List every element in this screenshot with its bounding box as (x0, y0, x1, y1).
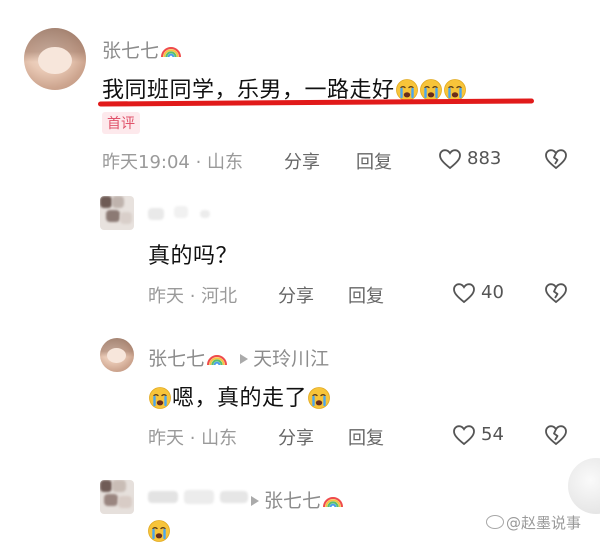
crying-face-emoji (443, 79, 466, 101)
avatar[interactable] (100, 480, 134, 514)
blurred-username[interactable] (148, 488, 252, 506)
crying-face-emoji (395, 79, 418, 101)
share-button[interactable]: 分享 (278, 424, 314, 450)
reply-text-content: 嗯，真的走了 (172, 386, 308, 411)
reply-to[interactable]: 张七七 (250, 486, 344, 513)
broken-heart-icon[interactable] (544, 148, 568, 170)
first-comment-badge: 首评 (102, 112, 140, 134)
reply-text: 嗯，真的走了 (148, 380, 331, 412)
triangle-right-icon (251, 496, 259, 506)
author-name[interactable]: 张七七 (102, 40, 159, 62)
comment-time-location: 昨天 · 河北 (148, 286, 238, 307)
author-name[interactable]: 张七七 (148, 348, 205, 370)
heart-outline-icon[interactable] (452, 282, 476, 304)
rainbow-icon (161, 47, 182, 58)
comment-time-location: 昨天19:04 · 山东 (102, 152, 244, 173)
crying-face-emoji (148, 520, 170, 542)
crying-face-emoji (149, 387, 171, 409)
crying-face-emoji (308, 387, 331, 409)
broken-heart-icon[interactable] (544, 282, 568, 304)
comment-author[interactable]: 张七七 (102, 36, 182, 63)
like-count: 54 (481, 424, 504, 445)
reply-button[interactable]: 回复 (348, 424, 384, 450)
blurred-username[interactable] (148, 206, 228, 220)
reply-button[interactable]: 回复 (348, 282, 384, 308)
watermark-text: @赵墨说事 (506, 514, 582, 532)
avatar[interactable] (100, 338, 134, 372)
reply-button[interactable]: 回复 (356, 148, 392, 174)
reply-to-name[interactable]: 张七七 (264, 490, 321, 512)
like-count: 883 (467, 148, 502, 169)
rainbow-icon (207, 355, 228, 366)
heart-outline-icon[interactable] (438, 148, 462, 170)
share-button[interactable]: 分享 (284, 148, 320, 174)
weibo-logo-icon (486, 515, 504, 529)
avatar[interactable] (24, 28, 86, 90)
broken-heart-icon[interactable] (544, 424, 568, 446)
reply-to-name[interactable]: 天玲川江 (253, 348, 329, 370)
share-button[interactable]: 分享 (278, 282, 314, 308)
crying-face-emoji (419, 79, 442, 101)
rainbow-icon (323, 497, 344, 508)
like-count: 40 (481, 282, 504, 303)
reply-text: 真的吗？ (148, 244, 239, 269)
watermark: @赵墨说事 (486, 512, 581, 533)
comment-author[interactable]: 张七七 天玲川江 (148, 344, 329, 371)
triangle-right-icon (240, 354, 249, 364)
floating-action-button[interactable] (568, 458, 600, 514)
comment-time-location: 昨天 · 山东 (148, 428, 238, 449)
avatar[interactable] (100, 196, 134, 230)
heart-outline-icon[interactable] (452, 424, 476, 446)
